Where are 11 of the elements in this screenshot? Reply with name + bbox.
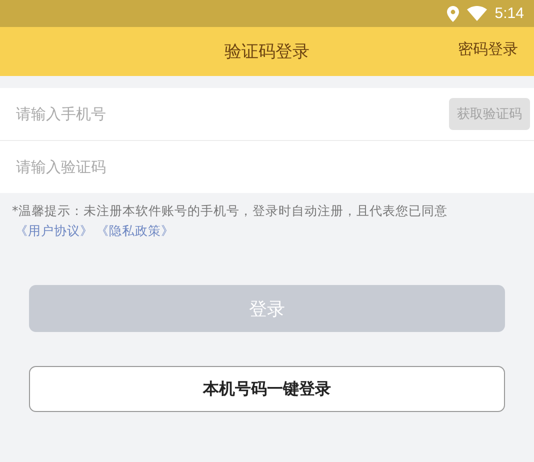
wifi-icon (466, 6, 487, 21)
phone-input-field[interactable]: 请输入手机号 (16, 105, 449, 123)
status-time: 5:14 (494, 5, 524, 22)
agreement-link[interactable]: 《用户协议》 (15, 223, 93, 238)
code-input-field[interactable]: 请输入验证码 (16, 158, 518, 176)
location-icon (446, 6, 459, 22)
password-login-link[interactable]: 密码登录 (458, 40, 518, 59)
agreement-link[interactable]: 《隐私政策》 (96, 223, 174, 238)
page-title: 验证码登录 (224, 41, 310, 63)
one-key-login-button[interactable]: 本机号码一键登录 (29, 366, 505, 412)
notice-text: *温馨提示：未注册本软件账号的手机号，登录时自动注册，且代表您已同意 《用户协议》 《隐私政策》 (12, 202, 448, 240)
